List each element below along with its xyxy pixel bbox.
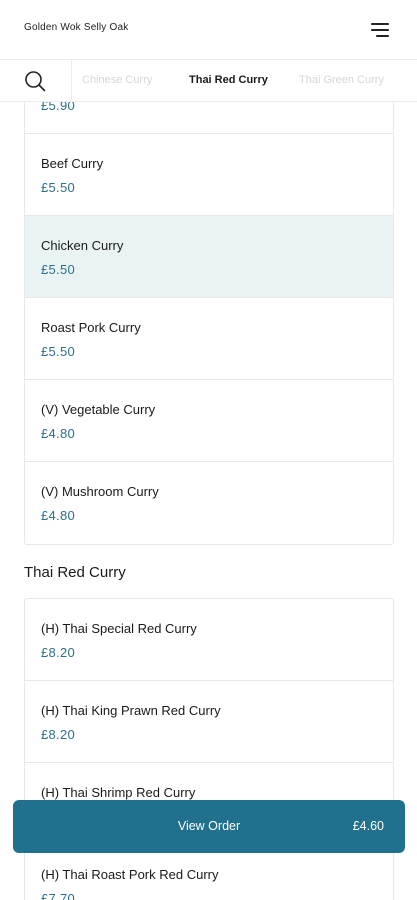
menu-item[interactable]: (H) Thai Roast Pork Red Curry £7.70 (25, 845, 393, 900)
menu-item[interactable]: Beef Curry £5.50 (25, 134, 393, 216)
chinese-curry-list: £5.90 Beef Curry £5.50 Chicken Curry £5.… (24, 102, 394, 545)
search-icon (25, 71, 46, 92)
item-price: £5.90 (41, 102, 76, 113)
tab-thai-green-curry[interactable]: Thai Green Curry (299, 74, 384, 86)
order-total: £4.60 (352, 819, 384, 833)
item-name: (H) Thai King Prawn Red Curry (41, 703, 221, 718)
item-name: Beef Curry (41, 156, 104, 171)
item-price: £5.50 (41, 262, 76, 277)
item-name: (H) Thai Roast Pork Red Curry (41, 867, 219, 882)
item-name: (V) Mushroom Curry (41, 484, 159, 499)
item-price: £4.80 (41, 508, 76, 523)
app-header: Golden Wok Selly Oak (0, 0, 417, 60)
menu-item[interactable]: (V) Vegetable Curry £4.80 (25, 380, 393, 462)
item-name: Roast Pork Curry (41, 320, 141, 335)
hamburger-menu-icon[interactable] (367, 20, 389, 40)
item-price: £8.20 (41, 727, 76, 742)
section-title-thai-red-curry: Thai Red Curry (24, 564, 126, 581)
item-name: (V) Vegetable Curry (41, 402, 156, 417)
menu-item[interactable]: (V) Mushroom Curry £4.80 (25, 462, 393, 544)
item-name: Chicken Curry (41, 238, 124, 253)
menu-item[interactable]: Roast Pork Curry £5.50 (25, 298, 393, 380)
thai-red-curry-list: (H) Thai Special Red Curry £8.20 (H) Tha… (24, 598, 394, 900)
restaurant-name: Golden Wok Selly Oak (24, 22, 129, 33)
category-tab-bar: Chinese Curry Thai Red Curry Thai Green … (0, 60, 417, 102)
item-name: (H) Thai Shrimp Red Curry (41, 785, 196, 800)
view-order-label: View Order (177, 819, 241, 833)
menu-item-selected[interactable]: Chicken Curry £5.50 (25, 216, 393, 298)
view-order-button[interactable]: View Order £4.60 (13, 800, 405, 853)
search-button[interactable] (0, 60, 72, 102)
tab-thai-red-curry[interactable]: Thai Red Curry (189, 74, 268, 86)
item-name: (H) Thai Special Red Curry (41, 621, 197, 636)
menu-item[interactable]: (H) Thai King Prawn Red Curry £8.20 (25, 681, 393, 763)
item-price: £7.70 (41, 891, 76, 900)
item-price: £5.50 (41, 344, 76, 359)
item-price: £8.20 (41, 645, 76, 660)
item-price: £4.80 (41, 426, 76, 441)
menu-item[interactable]: (H) Thai Special Red Curry £8.20 (25, 599, 393, 681)
menu-content: £5.90 Beef Curry £5.50 Chicken Curry £5.… (0, 102, 417, 900)
tab-chinese-curry[interactable]: Chinese Curry (82, 74, 152, 86)
menu-item[interactable]: £5.90 (25, 102, 393, 134)
item-price: £5.50 (41, 180, 76, 195)
